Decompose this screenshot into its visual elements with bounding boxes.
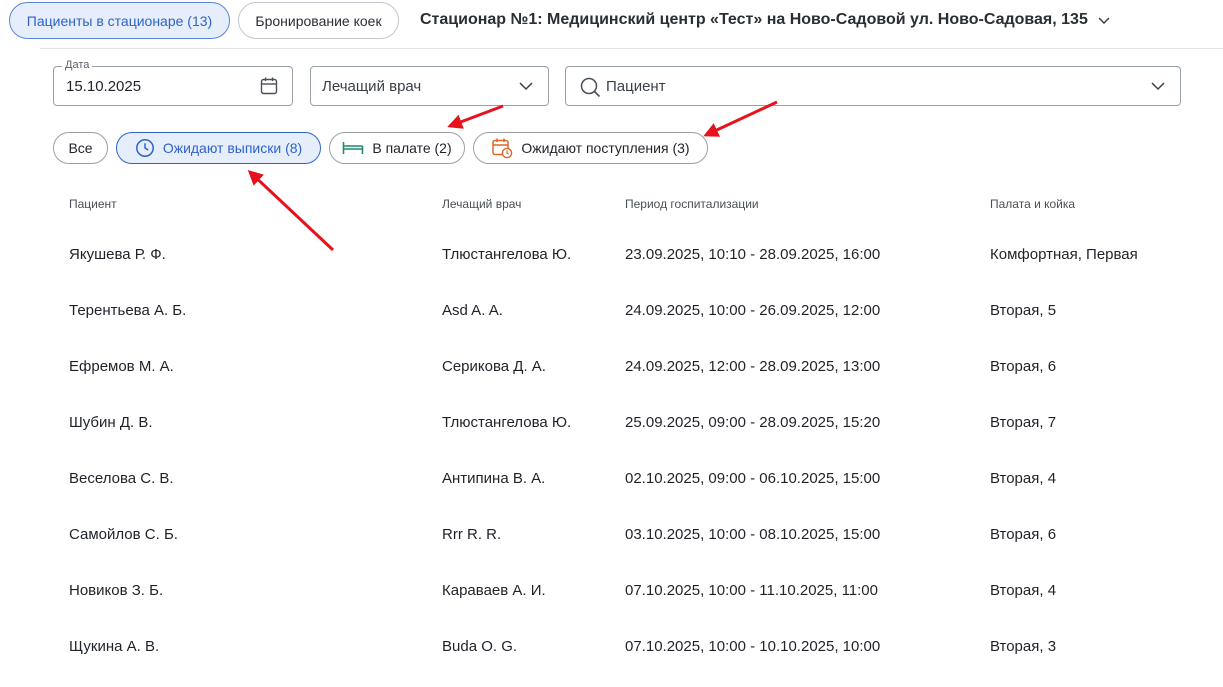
cell-period: 24.09.2025, 12:00 - 28.09.2025, 13:00 [625, 358, 881, 375]
table-header: Пациент Лечащий врач Период госпитализац… [53, 185, 1193, 221]
cell-doctor: Серикова Д. А. [442, 358, 546, 375]
bed-icon [343, 142, 364, 154]
cell-ward-bed: Вторая, 4 [990, 470, 1057, 487]
table-row[interactable]: Ефремов М. А. Серикова Д. А. 24.09.2025, 1… [53, 333, 1193, 389]
doctor-select[interactable]: Лечащий врач [310, 66, 549, 106]
patient-search-placeholder: Пациент [606, 78, 666, 95]
date-field-label: Дата [62, 59, 93, 71]
column-header-patient[interactable]: Пациент [69, 197, 117, 211]
table-row[interactable]: Шубин Д. В. Тлюстангелова Ю. 25.09.2025, 0… [53, 389, 1193, 445]
cell-doctor: Asd A. A. [442, 302, 503, 319]
patients-table: Пациент Лечащий врач Период госпитализац… [53, 185, 1193, 669]
cell-patient: Самойлов С. Б. [69, 526, 178, 543]
table-row[interactable]: Новиков З. Б. Караваев А. И. 07.10.2025, 1… [53, 557, 1193, 613]
cell-period: 07.10.2025, 10:00 - 10.10.2025, 10:00 [625, 638, 881, 655]
chevron-down-icon [1151, 82, 1165, 91]
annotation-arrow [703, 100, 778, 137]
filter-chip-awaiting-discharge[interactable]: Ожидают выписки (8) [116, 132, 321, 164]
cell-ward-bed: Вторая, 6 [990, 526, 1057, 543]
cell-ward-bed: Вторая, 6 [990, 358, 1057, 375]
search-icon [580, 77, 601, 98]
cell-ward-bed: Вторая, 5 [990, 302, 1057, 319]
chevron-down-icon [519, 82, 533, 91]
calendar-icon[interactable] [259, 76, 279, 96]
top-bar: Пациенты в стационаре (13) Бронирование … [0, 0, 1223, 44]
cell-period: 02.10.2025, 09:00 - 06.10.2025, 15:00 [625, 470, 881, 487]
cell-period: 03.10.2025, 10:00 - 08.10.2025, 15:00 [625, 526, 881, 543]
cell-doctor: Караваев А. И. [442, 582, 546, 599]
cell-ward-bed: Вторая, 4 [990, 582, 1057, 599]
patient-search[interactable]: Пациент [565, 66, 1181, 106]
column-header-period[interactable]: Период госпитализации [625, 197, 759, 211]
date-field-value: 15.10.2025 [66, 78, 142, 95]
cell-doctor: Тлюстангелова Ю. [442, 414, 572, 431]
header-divider [40, 48, 1223, 49]
chip-label: Ожидают поступления (3) [521, 140, 690, 156]
table-row[interactable]: Якушева Р. Ф. Тлюстангелова Ю. 23.09.2025,… [53, 221, 1193, 277]
cell-patient: Новиков З. Б. [69, 582, 164, 599]
filter-chip-awaiting-admission[interactable]: Ожидают поступления (3) [473, 132, 708, 164]
chip-label: В палате (2) [372, 140, 452, 156]
cell-doctor: Buda O. G. [442, 638, 518, 655]
cell-patient: Терентьева А. Б. [69, 302, 187, 319]
filter-chip-in-ward[interactable]: В палате (2) [329, 132, 465, 164]
cell-period: 07.10.2025, 10:00 - 11.10.2025, 11:00 [625, 582, 878, 599]
annotation-arrow [447, 104, 504, 129]
tab-patients-in-hospital[interactable]: Пациенты в стационаре (13) [9, 2, 230, 39]
cell-patient: Ефремов М. А. [69, 358, 174, 375]
clinic-name: Медицинский центр «Тест» на Ново-Садовой… [542, 11, 1088, 28]
cell-doctor: Rrr R. R. [442, 526, 502, 543]
table-row[interactable]: Веселова С. В. Антипина В. А. 02.10.2025, … [53, 445, 1193, 501]
clinic-title-text: Стационар №1: Медицинский центр «Тест» н… [420, 11, 1088, 29]
table-row[interactable]: Щукина А. В. Buda O. G. 07.10.2025, 10:00 … [53, 613, 1193, 669]
table-body: Якушева Р. Ф. Тлюстангелова Ю. 23.09.2025,… [53, 221, 1193, 669]
cell-period: 25.09.2025, 09:00 - 28.09.2025, 15:20 [625, 414, 881, 431]
cell-period: 24.09.2025, 10:00 - 26.09.2025, 12:00 [625, 302, 881, 319]
table-row[interactable]: Терентьева А. Б. Asd A. A. 24.09.2025, 10:… [53, 277, 1193, 333]
cell-doctor: Тлюстангелова Ю. [442, 246, 572, 263]
cell-period: 23.09.2025, 10:10 - 28.09.2025, 16:00 [625, 246, 881, 263]
filter-chip-all[interactable]: Все [53, 132, 108, 164]
clinic-selector[interactable]: Стационар №1: Медицинский центр «Тест» н… [420, 11, 1112, 29]
doctor-select-placeholder: Лечащий врач [322, 78, 422, 95]
column-header-doctor[interactable]: Лечащий врач [442, 197, 521, 211]
date-field[interactable]: Дата 15.10.2025 [53, 59, 293, 106]
calendar-clock-icon [492, 138, 513, 159]
cell-ward-bed: Комфортная, Первая [990, 246, 1138, 263]
chevron-down-icon [1098, 17, 1110, 25]
cell-ward-bed: Вторая, 7 [990, 414, 1057, 431]
chip-label: Все [68, 140, 93, 156]
cell-ward-bed: Вторая, 3 [990, 638, 1057, 655]
cell-patient: Щукина А. В. [69, 638, 160, 655]
cell-patient: Веселова С. В. [69, 470, 174, 487]
cell-patient: Шубин Д. В. [69, 414, 153, 431]
cell-doctor: Антипина В. А. [442, 470, 546, 487]
cell-patient: Якушева Р. Ф. [69, 246, 166, 263]
table-row[interactable]: Самойлов С. Б. Rrr R. R. 03.10.2025, 10:00… [53, 501, 1193, 557]
tab-bed-booking[interactable]: Бронирование коек [238, 2, 399, 39]
clinic-prefix: Стационар №1: [420, 11, 543, 28]
clock-icon [135, 139, 154, 157]
column-header-ward-bed[interactable]: Палата и койка [990, 197, 1075, 211]
chip-label: Ожидают выписки (8) [162, 140, 303, 156]
